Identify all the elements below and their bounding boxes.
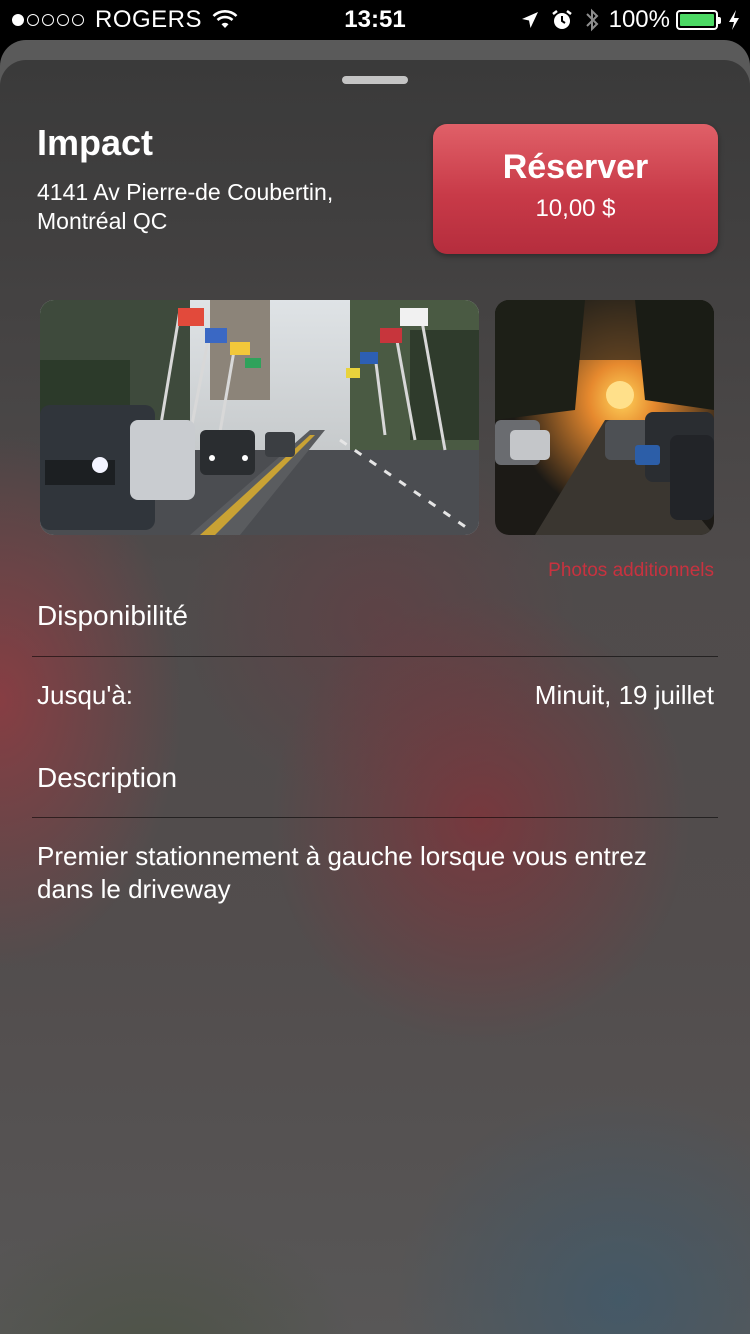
battery-icon <box>676 10 721 30</box>
bluetooth-icon <box>585 8 599 32</box>
status-right: 100% <box>509 0 740 40</box>
alarm-icon <box>551 10 572 29</box>
description-heading: Description <box>37 762 178 793</box>
sheet-grabber[interactable] <box>342 76 408 84</box>
availability-divider <box>32 656 718 657</box>
status-bar: ROGERS 13:51 100% <box>0 0 750 40</box>
charging-bolt-icon <box>729 10 739 30</box>
until-value: Minuit, 19 juillet <box>534 680 714 710</box>
listing-photo-sunset-street[interactable] <box>495 300 714 535</box>
description-text: Premier stationnement à gauche lorsque v… <box>37 841 647 904</box>
until-label: Jusqu'à: <box>37 680 134 710</box>
reserve-label: Réserver <box>502 148 649 186</box>
listing-sheet: Impact 4141 Av Pierre-de Coubertin, Mont… <box>0 60 750 1334</box>
more-photos-link[interactable]: Photos additionnels <box>548 560 714 582</box>
availability-heading: Disponibilité <box>37 600 188 631</box>
location-arrow-icon <box>521 12 538 28</box>
listing-address: 4141 Av Pierre-de Coubertin, Montréal QC <box>37 179 334 234</box>
reserve-price: 10,00 $ <box>535 195 616 222</box>
listing-photo-street-flags[interactable] <box>40 300 479 535</box>
description-divider <box>32 817 718 818</box>
reserve-button[interactable]: Réserver 10,00 $ <box>433 124 718 254</box>
battery-percentage: 100% <box>608 6 670 33</box>
listing-title: Impact <box>37 122 154 163</box>
